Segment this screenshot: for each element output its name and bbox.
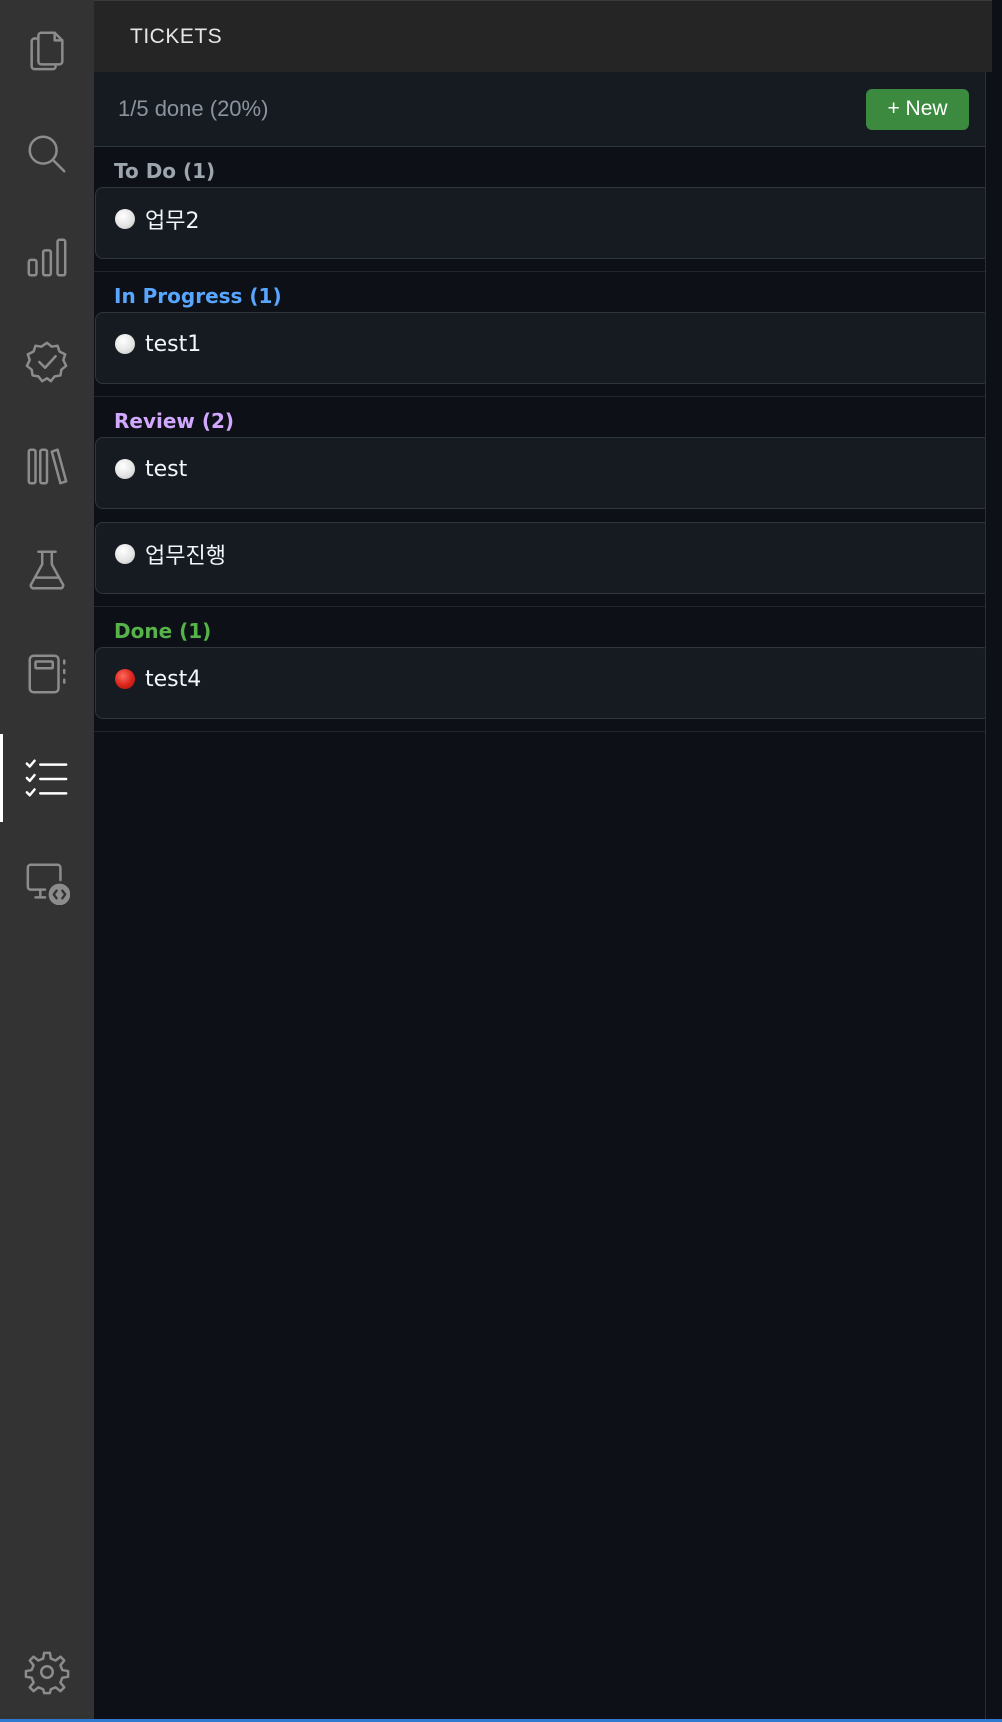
ticket-card[interactable]: 업무2	[95, 187, 990, 259]
gear-icon	[24, 1651, 70, 1695]
activity-bar	[0, 0, 94, 1722]
ticket-card[interactable]: 업무진행	[95, 522, 990, 594]
new-ticket-button[interactable]: + New	[866, 88, 969, 130]
ticket-title: test4	[145, 666, 202, 692]
activity-item-settings[interactable]	[0, 1628, 94, 1716]
section-done: Done (1) test4	[94, 607, 992, 732]
panel-header: TICKETS	[94, 0, 992, 72]
section-title: Review (2)	[114, 409, 235, 433]
section-title: To Do (1)	[114, 159, 216, 183]
activity-item-testing[interactable]	[0, 526, 94, 614]
progress-summary: 1/5 done (20%)	[118, 96, 269, 121]
ticket-title: test	[145, 456, 188, 482]
notebook-icon	[28, 654, 66, 694]
status-dot-white-icon	[115, 544, 135, 564]
ticket-card[interactable]: test4	[95, 647, 990, 719]
tasklist-icon	[25, 759, 68, 797]
ticket-card[interactable]: test	[95, 437, 990, 509]
ticket-title: test1	[145, 331, 202, 357]
ticket-card[interactable]: test1	[95, 312, 990, 384]
status-dot-red-icon	[115, 669, 135, 689]
remote-explorer-icon	[26, 863, 70, 905]
summary-bar: 1/5 done (20%) + New	[94, 72, 992, 147]
library-icon	[27, 448, 68, 485]
activity-item-remote[interactable]	[0, 838, 94, 926]
tickets-panel: TICKETS 1/5 done (20%) + New To Do (1) 업…	[94, 0, 992, 1722]
activity-item-tickets[interactable]	[0, 734, 94, 822]
panel-title: TICKETS	[130, 24, 223, 48]
status-dot-white-icon	[115, 459, 135, 479]
chart-icon	[27, 238, 67, 277]
search-icon	[28, 135, 66, 173]
app-window: TICKETS 1/5 done (20%) + New To Do (1) 업…	[0, 0, 1002, 1722]
section-todo: To Do (1) 업무2	[94, 147, 992, 272]
activity-item-notebook[interactable]	[0, 630, 94, 718]
ticket-title: 업무2	[145, 209, 200, 234]
activity-item-search[interactable]	[0, 110, 94, 198]
status-dot-white-icon	[115, 209, 135, 229]
activity-item-explorer[interactable]	[0, 6, 94, 94]
flask-icon	[29, 550, 65, 590]
section-title: In Progress (1)	[114, 284, 282, 308]
files-icon	[30, 31, 64, 71]
section-title: Done (1)	[114, 619, 212, 643]
activity-item-library[interactable]	[0, 422, 94, 510]
verified-icon	[25, 341, 68, 383]
status-dot-white-icon	[115, 334, 135, 354]
ticket-title: 업무진행	[145, 544, 226, 569]
panel-divider[interactable]	[985, 72, 992, 1720]
section-review: Review (2) test 업무진행	[94, 397, 992, 607]
activity-item-analytics[interactable]	[0, 214, 94, 302]
activity-item-verified[interactable]	[0, 318, 94, 406]
section-in-progress: In Progress (1) test1	[94, 272, 992, 397]
